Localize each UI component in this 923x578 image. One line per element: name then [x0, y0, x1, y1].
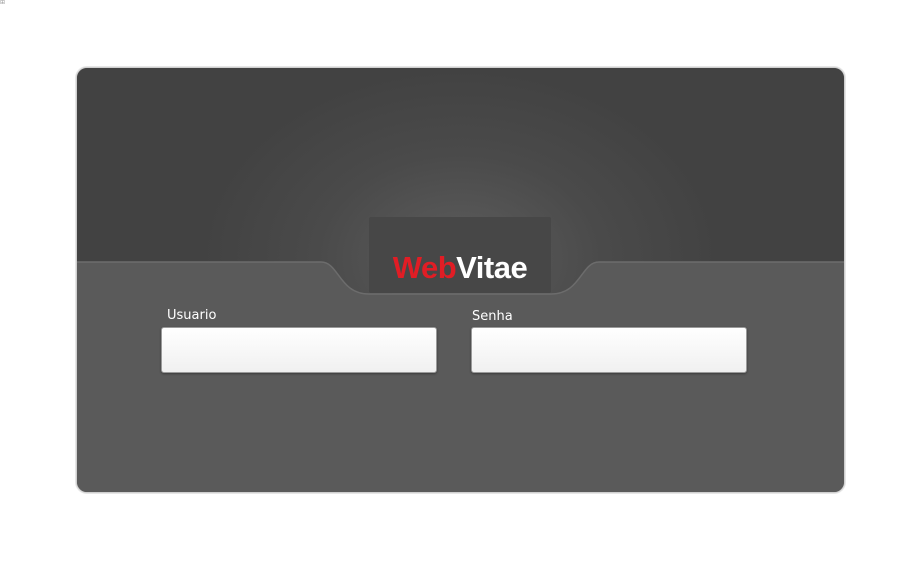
- username-input[interactable]: [161, 327, 437, 373]
- webvitae-logo: WebVitae: [369, 246, 551, 290]
- login-panel: WebVitae Usuario Senha: [76, 67, 845, 493]
- password-input[interactable]: [471, 327, 747, 373]
- password-label: Senha: [472, 309, 513, 324]
- logo-text-vitae: Vitae: [456, 250, 528, 285]
- logo-text-web: Web: [392, 250, 457, 285]
- username-label: Usuario: [167, 308, 217, 323]
- broken-image-icon: ⊞: [0, 0, 6, 6]
